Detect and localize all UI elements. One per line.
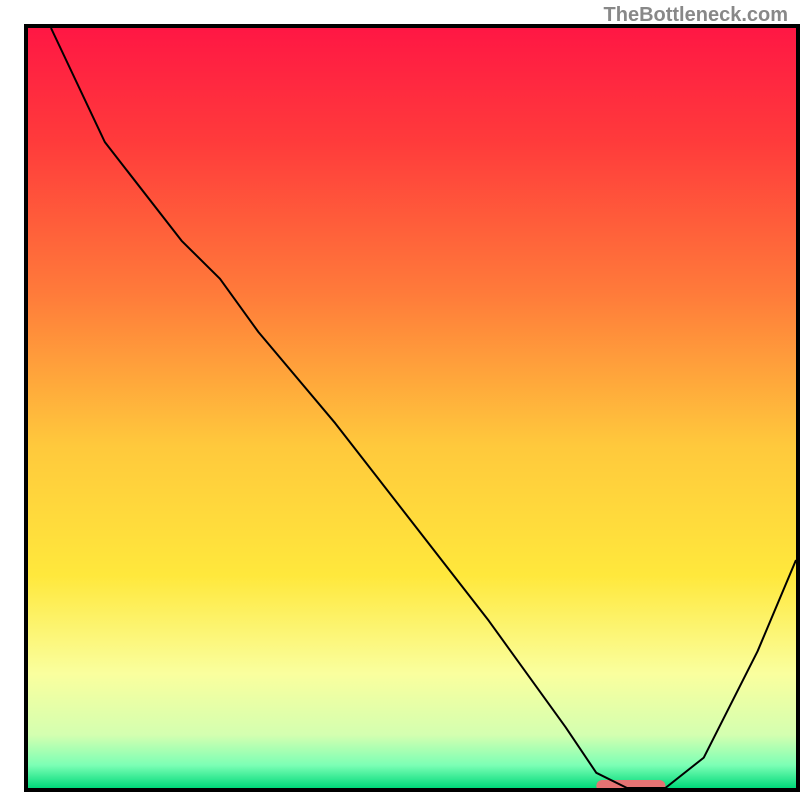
gradient-background: [28, 28, 796, 788]
chart-container: TheBottleneck.com: [0, 0, 800, 800]
watermark-text: TheBottleneck.com: [604, 4, 788, 27]
bottleneck-chart: [0, 0, 800, 800]
